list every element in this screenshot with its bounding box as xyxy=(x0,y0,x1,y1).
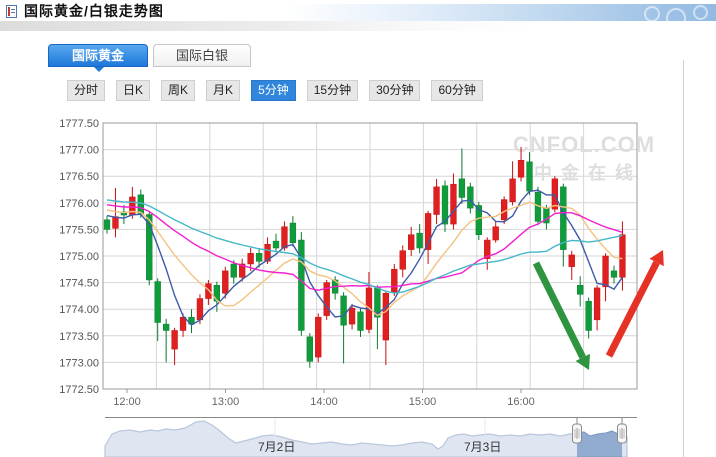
y-axis-label: 1772.50 xyxy=(59,384,99,396)
svg-text:中金在线: 中金在线 xyxy=(534,162,642,183)
period-button-daily[interactable]: 日K xyxy=(116,80,151,101)
y-axis-label: 1776.00 xyxy=(59,198,99,210)
range-navigator: 7月2日 7月3日 xyxy=(104,417,637,457)
y-axis-label: 1777.50 xyxy=(59,118,99,130)
trend-arrow-down xyxy=(532,261,586,360)
y-axis-label: 1777.00 xyxy=(59,145,99,157)
y-axis-label: 1775.50 xyxy=(59,224,99,236)
x-axis-label: 13:00 xyxy=(212,396,240,408)
y-axis-label: 1774.00 xyxy=(59,304,99,316)
svg-text:CNFOL.COM: CNFOL.COM xyxy=(513,132,655,157)
x-axis-label: 12:00 xyxy=(113,396,141,408)
y-axis-label: 1774.50 xyxy=(59,278,99,290)
period-button-weekly[interactable]: 周K xyxy=(161,80,196,101)
x-axis-label: 15:00 xyxy=(409,396,437,408)
period-button-15min[interactable]: 15分钟 xyxy=(306,80,359,101)
period-button-fenshi[interactable]: 分时 xyxy=(67,80,106,101)
instrument-tabs: 国际黄金 国际白银 xyxy=(48,44,251,72)
gold-silver-chart-widget: 国际黄金/白银走势图 国际黄金 国际白银 分时 日K 周K 月K 5分钟 15分… xyxy=(0,0,716,457)
period-button-monthly[interactable]: 月K xyxy=(206,80,241,101)
candlestick-chart: CNFOL.COM 中金在线 1777.50 1777.00 1776.50 1776.0… xyxy=(59,118,664,457)
tab-international-gold[interactable]: 国际黄金 xyxy=(48,44,148,72)
period-buttons: 分时 日K 周K 月K 5分钟 15分钟 30分钟 60分钟 xyxy=(67,80,483,101)
period-button-30min[interactable]: 30分钟 xyxy=(369,80,421,101)
navigator-date-label: 7月2日 xyxy=(258,440,295,454)
axis-labels: 1777.50 1777.00 1776.50 1776.00 1775.50 1775.… xyxy=(59,118,535,408)
period-button-60min[interactable]: 60分钟 xyxy=(431,80,483,101)
y-axis-label: 1775.00 xyxy=(59,251,99,263)
navigator-area[interactable] xyxy=(104,420,628,457)
y-axis-label: 1773.50 xyxy=(59,331,99,343)
x-axis-label: 16:00 xyxy=(507,396,535,408)
y-axis-label: 1776.50 xyxy=(59,171,99,183)
tab-international-silver[interactable]: 国际白银 xyxy=(153,44,251,67)
navigator-date-label: 7月3日 xyxy=(464,440,501,454)
y-axis-label: 1773.00 xyxy=(59,357,99,369)
period-button-5min[interactable]: 5分钟 xyxy=(251,80,296,101)
x-axis-label: 14:00 xyxy=(310,396,338,408)
